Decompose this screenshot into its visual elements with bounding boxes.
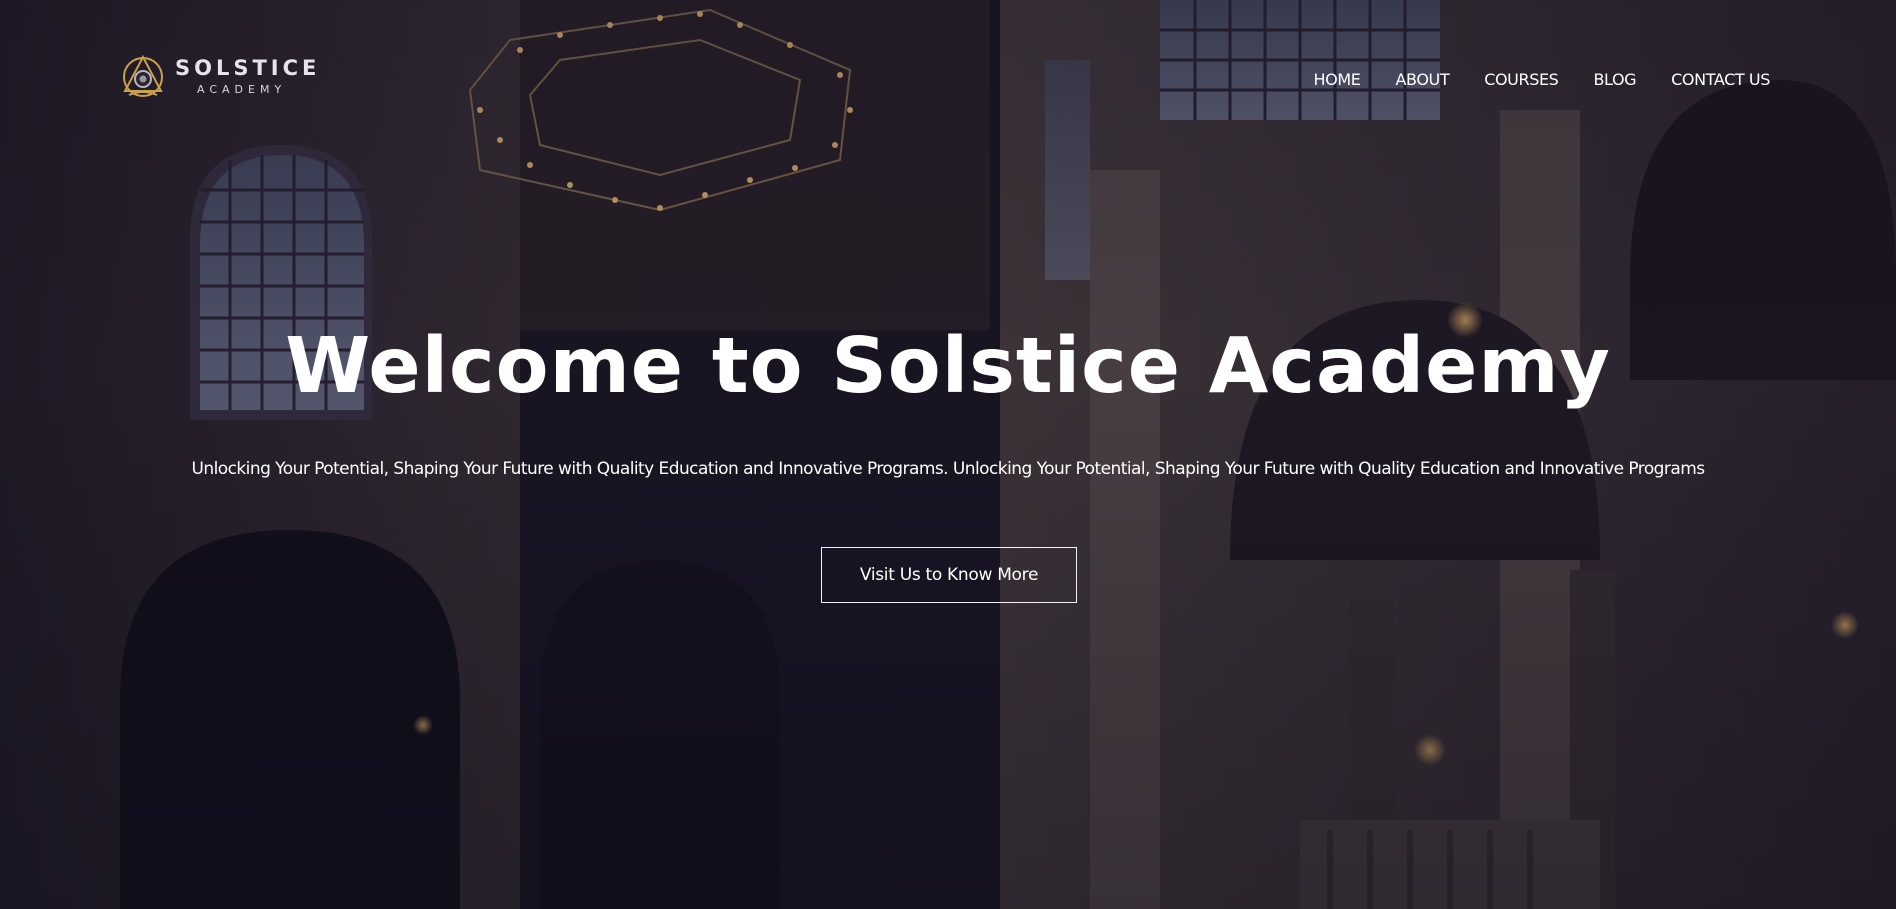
nav-courses[interactable]: COURSES xyxy=(1484,70,1559,89)
hero-overlay xyxy=(0,0,1896,909)
nav-contact-us[interactable]: CONTACT US xyxy=(1671,70,1770,89)
main-nav: HOME ABOUT COURSES BLOG CONTACT US xyxy=(1314,70,1771,89)
brand-name: SOLSTICE xyxy=(175,55,321,80)
brand-logo[interactable]: SOLSTICE ACADEMY xyxy=(121,53,320,99)
brand-subname: ACADEMY xyxy=(197,82,287,96)
visit-us-button[interactable]: Visit Us to Know More xyxy=(821,547,1077,603)
hero-title: Welcome to Solstice Academy xyxy=(285,322,1611,411)
nav-blog[interactable]: BLOG xyxy=(1593,70,1636,89)
academy-emblem-icon xyxy=(123,54,163,97)
hero-subtitle: Unlocking Your Potential, Shaping Your F… xyxy=(191,459,1705,479)
nav-about[interactable]: ABOUT xyxy=(1395,70,1449,89)
nav-home[interactable]: HOME xyxy=(1314,70,1361,89)
